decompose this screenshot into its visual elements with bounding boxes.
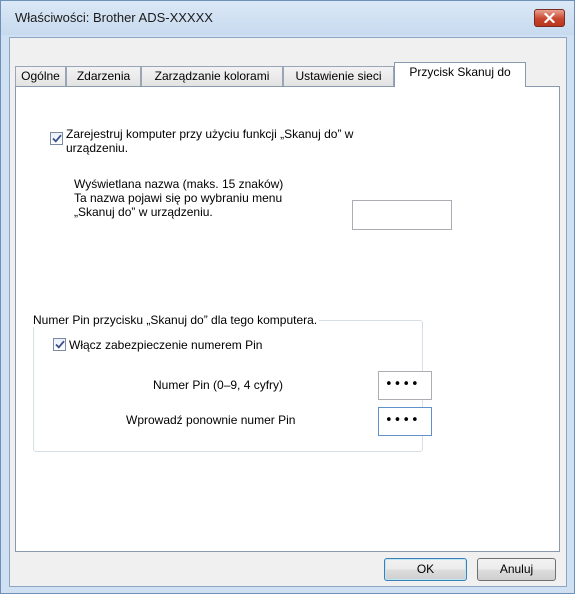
pin-number-input[interactable]: •••• <box>378 371 432 400</box>
title-bar[interactable]: Właściwości: Brother ADS-XXXXX <box>1 1 574 35</box>
display-name-hint-line1: Ta nazwa pojawi się po wybraniu menu <box>74 191 283 205</box>
display-name-label: Wyświetlana nazwa (maks. 15 znaków) <box>74 177 284 191</box>
dialog-client-area: Ogólne Zdarzenia Zarządzanie kolorami Us… <box>9 37 567 587</box>
display-name-hint-line2: „Skanuj do” w urządzeniu. <box>74 205 213 219</box>
pin-group-legend: Numer Pin przycisku „Skanuj do” dla tego… <box>31 313 320 327</box>
close-button[interactable] <box>534 9 565 27</box>
enable-pin-label: Włącz zabezpieczenie numerem Pin <box>69 338 263 352</box>
window-title: Właściwości: Brother ADS-XXXXX <box>15 10 213 25</box>
pin-repeat-label: Wprowadź ponownie numer Pin <box>126 413 296 427</box>
pin-repeat-value: •••• <box>385 413 420 428</box>
pin-number-label: Numer Pin (0–9, 4 cyfry) <box>153 378 284 392</box>
tab-general[interactable]: Ogólne <box>15 66 66 86</box>
register-computer-label-line1: Zarejestruj komputer przy użyciu funkcji… <box>66 127 354 141</box>
display-name-input[interactable] <box>352 200 452 230</box>
tab-scan-to-button[interactable]: Przycisk Skanuj do <box>394 62 526 87</box>
cancel-button[interactable]: Anuluj <box>477 558 556 581</box>
pin-number-value: •••• <box>385 377 420 392</box>
ok-button[interactable]: OK <box>384 558 467 581</box>
scan-to-panel: Zarejestruj komputer przy użyciu funkcji… <box>15 86 560 552</box>
tab-events[interactable]: Zdarzenia <box>66 66 141 86</box>
tab-strip: Ogólne Zdarzenia Zarządzanie kolorami Us… <box>15 62 560 87</box>
register-computer-label-line2: urządzeniu. <box>66 141 129 155</box>
checkmark-icon <box>54 340 65 349</box>
tab-color-management[interactable]: Zarządzanie kolorami <box>141 66 283 86</box>
enable-pin-checkbox[interactable] <box>53 338 66 351</box>
tab-network-settings[interactable]: Ustawienie sieci <box>283 66 394 86</box>
properties-window: Właściwości: Brother ADS-XXXXX Ogólne Zd… <box>0 0 575 594</box>
checkmark-icon <box>51 134 62 143</box>
pin-repeat-input[interactable]: •••• <box>378 407 432 436</box>
close-icon <box>544 13 555 23</box>
register-computer-checkbox[interactable] <box>50 132 63 145</box>
